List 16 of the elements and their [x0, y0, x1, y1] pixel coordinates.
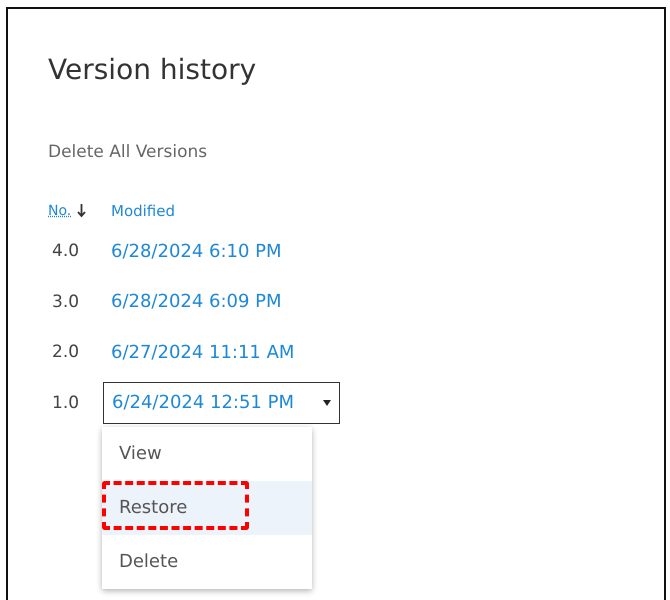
version-number: 1.0 — [52, 392, 80, 415]
number-column-header[interactable]: No. — [48, 203, 72, 219]
version-number: 4.0 — [52, 240, 80, 264]
version-date-link[interactable]: 6/24/2024 12:51 PM — [112, 392, 294, 414]
delete-all-versions-link[interactable]: Delete All Versions — [48, 142, 208, 162]
version-date-link[interactable]: 6/27/2024 11:11 AM — [111, 342, 294, 363]
version-number: 2.0 — [52, 341, 80, 364]
modified-column-header[interactable]: Modified — [111, 202, 176, 220]
dropdown-caret-icon — [323, 400, 331, 406]
version-date-link[interactable]: 6/28/2024 6:10 PM — [111, 240, 282, 262]
menu-item[interactable]: Restore — [102, 480, 312, 535]
menu-item[interactable]: View — [102, 426, 312, 481]
menu-item[interactable]: Delete — [102, 534, 312, 589]
version-date-link[interactable]: 6/28/2024 6:09 PM — [111, 291, 282, 312]
version-number: 3.0 — [52, 290, 80, 314]
dialog-title: Version history — [48, 53, 258, 87]
